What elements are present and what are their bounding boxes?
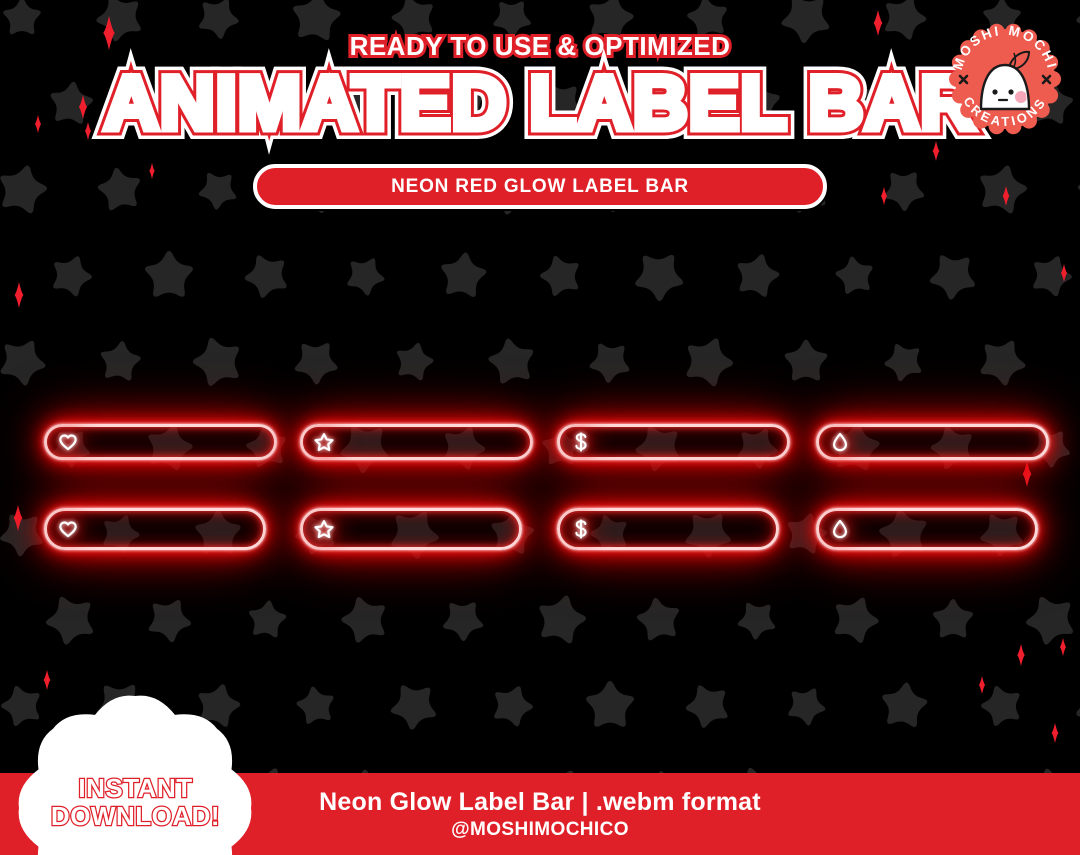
neon-bar-row-2-item-1[interactable] (44, 508, 266, 550)
instant-download-badge: INSTANT DOWNLOAD! (13, 690, 258, 855)
neon-bar-outline (44, 424, 277, 460)
eyebrow-text: READY TO USE & OPTIMIZED (347, 28, 733, 64)
poster-canvas: READY TO USE & OPTIMIZED ANIMATED LABEL … (0, 0, 1080, 855)
star-icon (314, 432, 334, 452)
neon-bar-outline (300, 424, 533, 460)
neon-bar-row-2-item-4[interactable] (816, 508, 1038, 550)
star-icon (314, 519, 334, 539)
moshi-mochi-creations-badge: MOSHI MOCHI CREATIONS (949, 23, 1061, 135)
neon-bar-outline (557, 424, 790, 460)
neon-bar-row-2-item-2[interactable] (300, 508, 522, 550)
subtitle-text: NEON RED GLOW LABEL BAR (391, 175, 689, 197)
dollar-icon (571, 432, 591, 452)
neon-bar-row-1-item-1[interactable] (44, 424, 277, 460)
neon-bar-row-2-item-3[interactable] (557, 508, 779, 550)
dollar-icon (571, 519, 591, 539)
heart-icon (58, 432, 78, 452)
blob-shape (18, 695, 252, 855)
subtitle-pill: NEON RED GLOW LABEL BAR (253, 164, 827, 209)
page-title-fill: ANIMATED LABEL BAR (100, 61, 978, 146)
neon-bar-outline (816, 424, 1049, 460)
droplet-icon (830, 432, 850, 452)
neon-bar-row-1-item-4[interactable] (816, 424, 1049, 460)
neon-bar-row-1-item-2[interactable] (300, 424, 533, 460)
footer-handle: @MOSHIMOCHICO (451, 818, 629, 840)
neon-bar-row-1-item-3[interactable] (557, 424, 790, 460)
footer-product-line: Neon Glow Label Bar | .webm format (319, 787, 761, 816)
heart-icon (58, 519, 78, 539)
droplet-icon (830, 519, 850, 539)
